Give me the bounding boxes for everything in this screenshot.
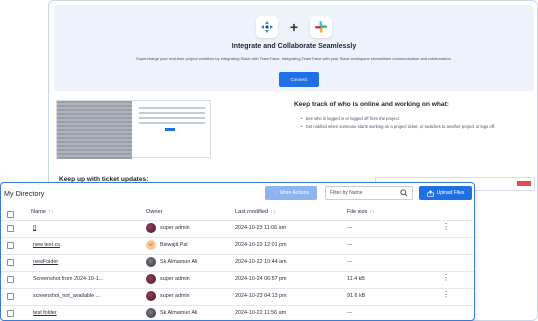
integration-title: Integrate and Collaborate Seamlessly bbox=[231, 43, 357, 50]
file-size: 11.4 kB bbox=[347, 276, 365, 282]
sort-icon[interactable]: ↑↓ bbox=[370, 209, 376, 215]
file-name[interactable]: newFolder bbox=[33, 259, 58, 265]
table-row[interactable]: new text.cs BP Biswajit Pal 2024-10-22 12:0… bbox=[1, 238, 474, 253]
integration-hero: + Integrate and Collaborate Seamlessly S… bbox=[54, 5, 534, 91]
owner-name: Sk Almamun Ali bbox=[160, 259, 198, 265]
filter-by-name-input[interactable]: Filter by Name bbox=[325, 186, 413, 200]
file-name[interactable]: screenshot_not_available ... bbox=[33, 293, 100, 299]
online-tracking-title: Keep track of who is online and working … bbox=[294, 101, 449, 108]
table-row[interactable]: [] super admin 2024-10-23 11:06 am --- ⋮ bbox=[1, 221, 474, 236]
more-icon: ⋮ bbox=[273, 190, 279, 196]
avatar bbox=[146, 308, 156, 318]
owner-name: super admin bbox=[160, 225, 190, 231]
avatar bbox=[146, 291, 156, 301]
table-row[interactable]: Screenshot from 2024-10-1... super admin 2… bbox=[1, 272, 474, 287]
preview-screenshot bbox=[56, 100, 211, 159]
row-checkbox[interactable] bbox=[7, 293, 14, 300]
file-owner: super admin bbox=[146, 223, 190, 233]
table-row[interactable]: newFolder Sk Almamun Ali 2024-10-22 10:44 … bbox=[1, 255, 474, 270]
upload-label: Upload Files bbox=[436, 190, 465, 196]
panel-title: My Directory bbox=[4, 189, 45, 198]
avatar bbox=[146, 274, 156, 284]
row-checkbox[interactable] bbox=[7, 225, 14, 232]
integration-subtitle: Supercharge your real-time project workf… bbox=[136, 56, 452, 61]
last-modified: 2024-10-22 12:01 pm bbox=[235, 242, 287, 248]
owner-name: super admin bbox=[160, 293, 190, 299]
owner-name: Sk Almamun Ali bbox=[160, 310, 198, 316]
sort-icon[interactable]: ↑↓ bbox=[48, 209, 54, 215]
file-size: 91.6 kB bbox=[347, 293, 366, 299]
last-modified: 2024-10-22 10:44 am bbox=[235, 259, 287, 265]
avatar: BP bbox=[146, 240, 156, 250]
file-owner: Sk Almamun Ali bbox=[146, 308, 197, 318]
filter-placeholder: Filter by Name bbox=[330, 190, 363, 196]
file-owner: super admin bbox=[146, 274, 190, 284]
my-directory-panel: My Directory ⋮ More Actions Filter by Na… bbox=[0, 182, 475, 321]
upload-files-button[interactable]: Upload Files bbox=[419, 186, 472, 200]
more-actions-button[interactable]: ⋮ More Actions bbox=[265, 186, 317, 200]
table-row[interactable]: test folder Sk Almamun Ali 2024-10-22 11:5… bbox=[1, 306, 474, 320]
owner-name: super admin bbox=[160, 276, 190, 282]
row-checkbox[interactable] bbox=[7, 242, 14, 249]
connect-button[interactable]: Connect bbox=[279, 72, 319, 87]
teamtrace-logo-icon bbox=[255, 16, 278, 38]
file-size: --- bbox=[347, 225, 353, 231]
table-header: Name ↑↓ Owner Last modified ↑↓ File size ↑↓ bbox=[1, 207, 474, 220]
column-name[interactable]: Name ↑↓ bbox=[31, 209, 54, 215]
file-owner: super admin bbox=[146, 291, 190, 301]
online-bullet: See who is logged in or logged off from … bbox=[301, 115, 495, 123]
row-menu-icon[interactable]: ⋮ bbox=[442, 291, 450, 299]
file-name[interactable]: Screenshot from 2024-10-1... bbox=[33, 276, 103, 282]
file-owner: Sk Almamun Ali bbox=[146, 257, 197, 267]
last-modified: 2024-10-23 04:13 pm bbox=[235, 293, 287, 299]
avatar bbox=[146, 223, 156, 233]
avatar bbox=[146, 257, 156, 267]
row-checkbox[interactable] bbox=[7, 259, 14, 266]
slack-logo-icon bbox=[310, 16, 333, 38]
file-name[interactable]: new text.cs bbox=[33, 242, 60, 248]
row-checkbox[interactable] bbox=[7, 310, 14, 317]
row-menu-icon[interactable]: ⋮ bbox=[442, 274, 450, 282]
online-tracking-bullets: See who is logged in or logged off from … bbox=[301, 115, 495, 131]
row-checkbox[interactable] bbox=[7, 276, 14, 283]
online-bullet: Get notified when someone starts working… bbox=[301, 123, 495, 131]
file-owner: BP Biswajit Pal bbox=[146, 240, 188, 250]
last-modified: 2024-10-23 11:06 am bbox=[235, 225, 287, 231]
file-size: --- bbox=[347, 259, 353, 265]
upload-icon bbox=[426, 189, 434, 197]
last-modified: 2024-10-24 06:57 pm bbox=[235, 276, 287, 282]
file-name[interactable]: [] bbox=[33, 225, 36, 231]
plus-sign: + bbox=[289, 19, 299, 35]
integration-logos: + bbox=[54, 16, 534, 38]
select-all-checkbox[interactable] bbox=[7, 211, 14, 218]
table-row[interactable]: screenshot_not_available ... super admin 2… bbox=[1, 289, 474, 304]
file-size: --- bbox=[347, 242, 353, 248]
sort-icon[interactable]: ↑↓ bbox=[270, 209, 276, 215]
owner-name: Biswajit Pal bbox=[160, 242, 188, 248]
column-last-modified[interactable]: Last modified ↑↓ bbox=[235, 209, 276, 215]
more-actions-label: More Actions bbox=[280, 190, 309, 196]
file-size: --- bbox=[347, 310, 353, 316]
column-owner: Owner bbox=[146, 209, 163, 215]
row-menu-icon[interactable]: ⋮ bbox=[442, 223, 450, 231]
file-name[interactable]: test folder bbox=[33, 310, 57, 316]
last-modified: 2024-10-22 11:56 am bbox=[235, 310, 287, 316]
search-icon bbox=[400, 189, 408, 197]
column-file-size[interactable]: File size ↑↓ bbox=[347, 209, 375, 215]
